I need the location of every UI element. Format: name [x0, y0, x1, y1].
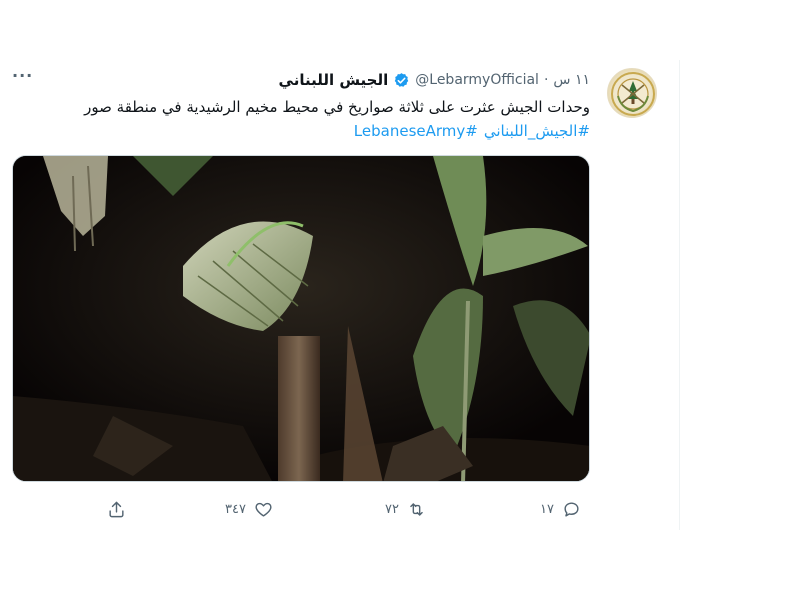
user-handle[interactable]: @LebarmyOfficial — [415, 72, 539, 88]
share-button[interactable] — [107, 498, 126, 520]
avatar[interactable] — [607, 68, 657, 118]
tweet-actions: ٣٤٧ ٧٢ ١٧ — [95, 498, 595, 522]
reply-button[interactable]: ١٧ — [540, 498, 581, 520]
hashtag-line: #الجيش_اللبناني #LebaneseArmy — [348, 120, 590, 142]
heart-icon — [255, 502, 272, 517]
verified-badge-icon — [395, 72, 409, 87]
share-icon — [109, 501, 124, 517]
tweet-timestamp[interactable]: ١١ س — [553, 72, 590, 88]
tweet-text: وحدات الجيش عثرت على ثلاثة صواريخ في محي… — [84, 98, 590, 116]
tweet-photo[interactable] — [12, 155, 590, 482]
retweet-button[interactable]: ٧٢ — [385, 498, 426, 520]
more-icon[interactable]: ··· — [12, 66, 33, 85]
reply-count: ١٧ — [540, 501, 554, 517]
header-separator: · — [543, 72, 549, 88]
like-count: ٣٤٧ — [225, 501, 246, 517]
retweet-count: ٧٢ — [385, 501, 399, 517]
army-emblem-icon — [611, 72, 655, 116]
hashtag-link-english[interactable]: #LebaneseArmy — [354, 122, 478, 140]
display-name[interactable]: الجيش اللبناني — [279, 71, 389, 89]
retweet-icon — [410, 502, 423, 516]
hashtag-link-arabic[interactable]: #الجيش_اللبناني — [484, 122, 590, 140]
tweet-header: الجيش اللبناني @LebarmyOfficial · ١١ س — [279, 70, 590, 90]
reply-icon — [564, 501, 579, 517]
banana-plants-night-photo — [13, 156, 589, 481]
column-divider — [679, 60, 680, 530]
like-button[interactable]: ٣٤٧ — [225, 498, 273, 520]
